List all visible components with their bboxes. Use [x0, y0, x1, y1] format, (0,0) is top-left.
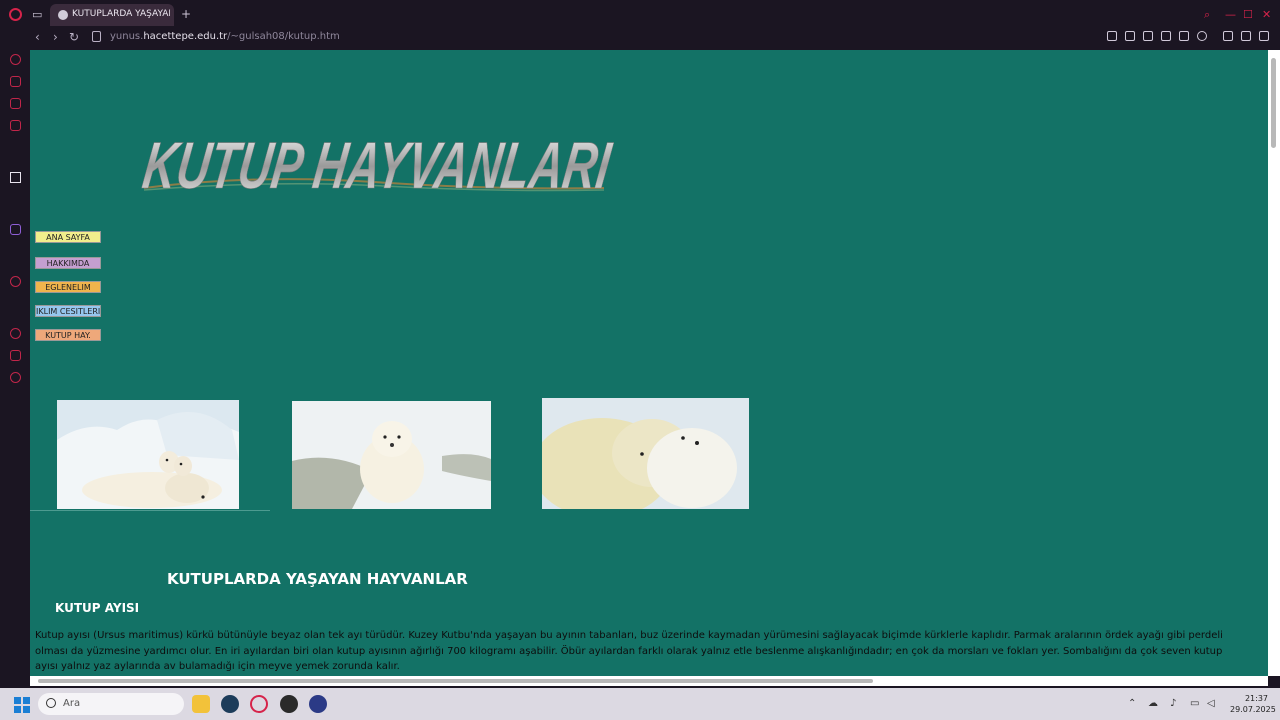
taskbar-clock[interactable]: 21:37 29.07.2025 [1230, 693, 1276, 715]
windows-taskbar: Ara ⌃ ☁ ♪ ▭ ◁ 21:37 29.07.2025 [0, 688, 1280, 720]
onedrive-icon[interactable]: ☁ [1148, 698, 1158, 709]
tab-title: KUTUPLARDA YAŞAYAN H [72, 9, 170, 19]
opera-taskbar-icon[interactable] [250, 695, 268, 713]
page-heading: KUTUPLARDA YAŞAYAN HAYVANLAR [167, 570, 468, 588]
browser-sidebar [0, 48, 30, 688]
clock-date: 29.07.2025 [1230, 705, 1276, 714]
history-icon[interactable] [10, 328, 21, 339]
menu-kutup-hay[interactable]: KUTUP HAY. [35, 329, 101, 341]
section-title: KUTUP AYISI [55, 601, 140, 615]
microphone-icon[interactable]: ♪ [1170, 698, 1176, 709]
menu-iklim-cesitleri[interactable]: IKLIM CESITLERI [35, 305, 101, 317]
messenger-icon[interactable] [10, 120, 21, 131]
opera-logo-icon[interactable] [9, 8, 22, 21]
aria-icon[interactable] [10, 54, 21, 65]
section-paragraph: Kutup ayısı (Ursus maritimus) kürkü bütü… [35, 630, 1223, 672]
polar-bear-cub-photo [292, 401, 491, 509]
new-tab-icon[interactable]: + [181, 7, 191, 21]
content-divider [30, 510, 270, 511]
search-icon[interactable]: ⌕ [1204, 8, 1210, 22]
network-icon[interactable]: ▭ [1190, 698, 1199, 709]
browser-titlebar: ▭ KUTUPLARDA YAŞAYAN H + ⌕ — ☐ ✕ [0, 0, 1280, 28]
shopping-icon[interactable] [10, 76, 21, 87]
page-logo: KUTUP HAYVANLARI [138, 129, 614, 194]
menu-eglenelim[interactable]: EGLENELIM [35, 281, 101, 293]
wallet-icon[interactable] [10, 98, 21, 109]
windows-start-icon[interactable] [14, 697, 30, 713]
lock-icon[interactable] [92, 31, 101, 42]
volume-icon[interactable]: ◁ [1207, 698, 1215, 709]
app-taskbar-icon[interactable] [280, 695, 298, 713]
file-explorer-icon[interactable] [192, 695, 210, 713]
extensions-icon[interactable] [10, 350, 21, 361]
minimize-icon[interactable]: — [1225, 8, 1236, 21]
horizontal-scroll-thumb[interactable] [38, 679, 873, 683]
settings-icon[interactable] [10, 372, 21, 383]
split-screen-icon[interactable] [1107, 31, 1117, 41]
reload-icon[interactable]: ↻ [69, 30, 79, 44]
player-icon[interactable] [1179, 31, 1189, 41]
close-icon[interactable]: ✕ [1262, 8, 1271, 21]
polar-bears-hugging-photo [542, 398, 749, 509]
menu-ana-sayfa[interactable]: ANA SAYFA [35, 231, 101, 243]
vertical-scrollbar[interactable] [1268, 50, 1280, 676]
taskbar-search[interactable]: Ara [38, 693, 184, 715]
address-bar: ‹ › ↻ yunus.hacettepe.edu.tr/~gulsah08/k… [0, 28, 1280, 48]
menu-icon[interactable] [1259, 31, 1269, 41]
back-icon[interactable]: ‹ [35, 30, 40, 44]
steam-icon[interactable] [221, 695, 239, 713]
ai-icon[interactable] [10, 172, 21, 183]
download-icon[interactable] [1241, 31, 1251, 41]
heart-icon[interactable] [1197, 31, 1207, 41]
snapshot-icon[interactable] [1143, 31, 1153, 41]
twitch-icon[interactable] [10, 224, 21, 235]
forward-icon[interactable]: › [53, 30, 58, 44]
vpn-taskbar-icon[interactable] [309, 695, 327, 713]
menu-hakkimda[interactable]: HAKKIMDA [35, 257, 101, 269]
profile-icon[interactable] [1223, 31, 1233, 41]
globe-icon [58, 10, 68, 20]
polar-bear-family-photo [57, 400, 239, 509]
web-page: KUTUP HAYVANLARI ANA SAYFA HAKKIMDA EGLE… [30, 50, 1268, 676]
vertical-scroll-thumb[interactable] [1271, 58, 1276, 148]
bookmark-icon[interactable] [1125, 31, 1135, 41]
logo-text: KUTUP HAYVANLARI [139, 129, 614, 194]
clock-time: 21:37 [1244, 694, 1268, 703]
browser-tab[interactable]: KUTUPLARDA YAŞAYAN H [50, 4, 174, 26]
search-icon [46, 698, 56, 708]
tab-islands-icon[interactable]: ▭ [32, 8, 42, 21]
music-player-icon[interactable] [10, 276, 21, 287]
taskbar-search-placeholder: Ara [63, 698, 81, 709]
maximize-icon[interactable]: ☐ [1243, 8, 1253, 21]
url-field[interactable]: yunus.hacettepe.edu.tr/~gulsah08/kutup.h… [110, 31, 340, 42]
adblock-icon[interactable] [1161, 31, 1171, 41]
tray-chevron-icon[interactable]: ⌃ [1128, 698, 1136, 709]
horizontal-scrollbar[interactable] [30, 676, 1268, 686]
